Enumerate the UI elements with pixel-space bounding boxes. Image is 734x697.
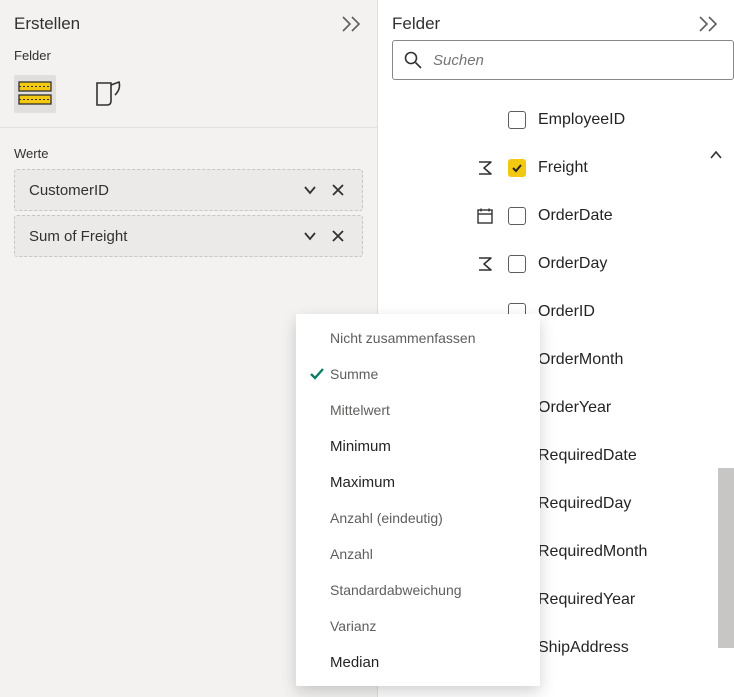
field-name: EmployeeID: [538, 111, 625, 129]
format-tool-button[interactable]: [86, 75, 128, 113]
aggregation-option[interactable]: Anzahl (eindeutig): [296, 500, 540, 536]
aggregation-menu: Nicht zusammenfassen Summe Mittelwert Minim…: [296, 314, 540, 686]
well-sum-of-freight[interactable]: Sum of Freight: [14, 215, 363, 257]
field-name: OrderID: [538, 303, 595, 321]
field-name: OrderYear: [538, 399, 611, 417]
well-remove-button[interactable]: [324, 176, 352, 204]
field-name: ShipAddress: [538, 639, 629, 657]
search-icon: [403, 50, 423, 70]
aggregation-option[interactable]: Standardabweichung: [296, 572, 540, 608]
sigma-icon: [474, 159, 496, 177]
aggregation-option[interactable]: Anzahl: [296, 536, 540, 572]
aggregation-option[interactable]: Mittelwert: [296, 392, 540, 428]
well-remove-button[interactable]: [324, 222, 352, 250]
aggregation-option-label: Anzahl (eindeutig): [330, 510, 443, 526]
aggregation-option-label: Mittelwert: [330, 402, 390, 418]
field-checkbox[interactable]: [508, 159, 526, 177]
field-checkbox[interactable]: [508, 207, 526, 225]
aggregation-option-label: Varianz: [330, 618, 376, 634]
field-checkbox[interactable]: [508, 111, 526, 129]
scrollbar-thumb[interactable]: [718, 468, 734, 648]
field-name: RequiredDay: [538, 495, 631, 513]
well-customerid[interactable]: CustomerID: [14, 169, 363, 211]
field-name: Freight: [538, 159, 588, 177]
fields-subheader: Felder: [0, 42, 377, 69]
fields-title: Felder: [392, 14, 440, 34]
search-box[interactable]: [392, 40, 734, 80]
well-menu-button[interactable]: [296, 222, 324, 250]
field-item[interactable]: EmployeeID: [474, 96, 734, 144]
field-name: RequiredDate: [538, 447, 637, 465]
aggregation-option-label: Maximum: [330, 474, 395, 491]
sigma-icon: [474, 255, 496, 273]
aggregation-option[interactable]: Median: [296, 644, 540, 680]
field-item[interactable]: OrderDate: [474, 192, 734, 240]
field-name: OrderDay: [538, 255, 607, 273]
field-name: OrderMonth: [538, 351, 623, 369]
build-title: Erstellen: [14, 14, 80, 34]
field-checkbox[interactable]: [508, 255, 526, 273]
calendar-icon: [474, 207, 496, 225]
aggregation-option[interactable]: Nicht zusammenfassen: [296, 320, 540, 356]
collapse-fields-icon[interactable]: [698, 15, 720, 33]
aggregation-option-label: Anzahl: [330, 546, 373, 562]
build-pane-header: Erstellen: [0, 0, 377, 42]
field-name: RequiredYear: [538, 591, 635, 609]
field-item[interactable]: Freight: [474, 144, 734, 192]
fields-pane-header: Felder: [378, 0, 734, 40]
values-section-label: Werte: [0, 128, 377, 169]
aggregation-option-label: Minimum: [330, 438, 391, 455]
aggregation-option-label: Standardabweichung: [330, 582, 462, 598]
aggregation-option[interactable]: Varianz: [296, 608, 540, 644]
aggregation-option[interactable]: Maximum: [296, 464, 540, 500]
well-menu-button[interactable]: [296, 176, 324, 204]
aggregation-option[interactable]: Minimum: [296, 428, 540, 464]
field-wells: CustomerID Sum of Freight: [0, 169, 377, 261]
fields-tool-button[interactable]: [14, 75, 56, 113]
well-label: Sum of Freight: [29, 228, 127, 245]
field-item[interactable]: OrderDay: [474, 240, 734, 288]
aggregation-option-label: Nicht zusammenfassen: [330, 330, 476, 346]
collapse-build-icon[interactable]: [341, 15, 363, 33]
check-icon: [304, 366, 330, 382]
build-toolbar: [0, 69, 377, 128]
search-input[interactable]: [433, 52, 723, 69]
aggregation-option-label: Median: [330, 654, 379, 671]
field-name: OrderDate: [538, 207, 613, 225]
search-container: [378, 40, 734, 92]
aggregation-option-label: Summe: [330, 366, 378, 382]
aggregation-option[interactable]: Summe: [296, 356, 540, 392]
field-name: RequiredMonth: [538, 543, 647, 561]
well-label: CustomerID: [29, 182, 109, 199]
